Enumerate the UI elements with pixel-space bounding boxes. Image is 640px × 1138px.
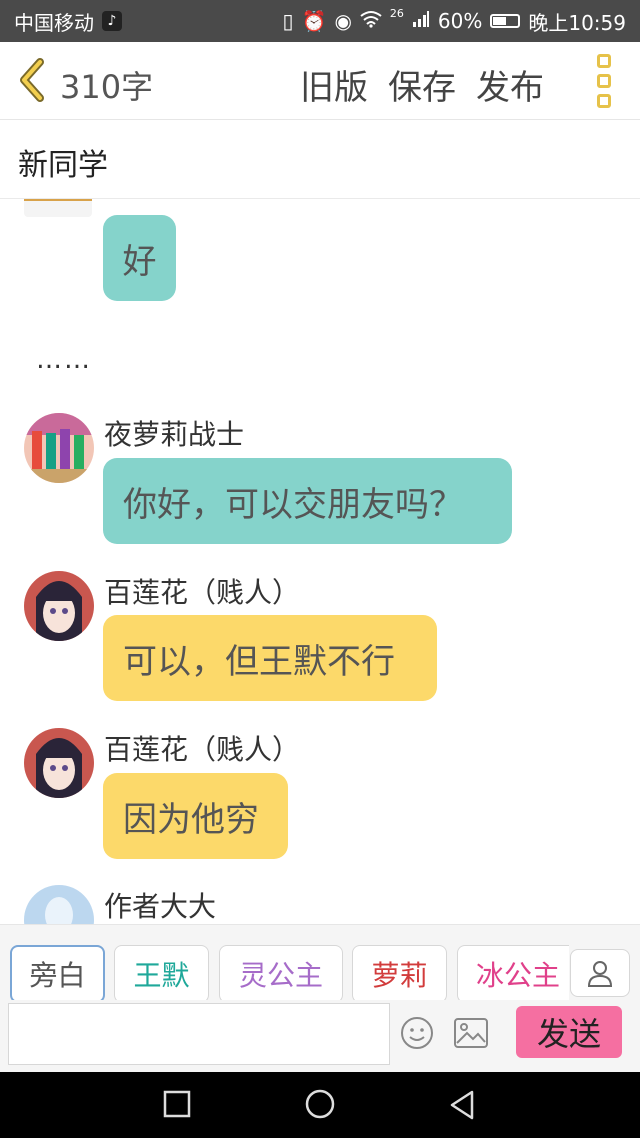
sender-name: 夜萝莉战士 — [104, 418, 245, 451]
more-dot-icon — [597, 94, 611, 108]
character-label: 旁白 — [29, 959, 86, 992]
avatar[interactable] — [24, 885, 94, 924]
circle-icon — [305, 1089, 335, 1119]
battery-percent: 60% — [437, 9, 483, 33]
vibrate-icon: ▯ — [282, 9, 294, 33]
character-label: 王默 — [133, 959, 190, 992]
avatar[interactable] — [24, 199, 92, 217]
character-selector: 旁白 王默 灵公主 萝莉 冰公主 — [0, 924, 640, 1003]
user-icon — [587, 961, 613, 987]
editor-toolbar: 310字 旧版 保存 发布 — [0, 42, 640, 120]
alarm-icon: ⏰ — [301, 9, 327, 33]
avatar[interactable] — [24, 571, 94, 641]
wifi-icon — [360, 9, 382, 33]
old-version-button[interactable]: 旧版 — [300, 60, 368, 109]
recents-button[interactable] — [163, 1090, 191, 1122]
character-chip-binggongzhu[interactable]: 冰公主 — [457, 945, 569, 1003]
character-label: 冰公主 — [476, 959, 561, 992]
back-nav-button[interactable] — [448, 1090, 476, 1124]
triangle-back-icon — [450, 1090, 474, 1120]
character-chip-luoli[interactable]: 萝莉 — [352, 945, 447, 1003]
send-button[interactable]: 发送 — [516, 1006, 622, 1058]
chapter-title-bar[interactable]: 新同学 — [0, 120, 640, 199]
chapter-title: 新同学 — [18, 148, 108, 183]
home-button[interactable] — [304, 1088, 336, 1124]
save-button[interactable]: 保存 — [388, 60, 456, 109]
battery-icon — [490, 14, 521, 28]
character-label: 灵公主 — [238, 959, 323, 992]
send-label: 发送 — [536, 1015, 601, 1053]
signal-icon — [412, 9, 430, 33]
tiktok-icon: ♪ — [102, 11, 122, 31]
character-chip-narrator[interactable]: 旁白 — [10, 945, 105, 1003]
more-dot-icon — [597, 54, 611, 68]
more-dot-icon — [597, 74, 611, 88]
character-chip-wangmo[interactable]: 王默 — [114, 945, 209, 1003]
status-bar: 中国移动 ♪ ▯ ⏰ ◉ 26 60% 晚上10:59 — [0, 0, 640, 42]
battery-level — [493, 17, 507, 25]
eye-icon: ◉ — [334, 9, 352, 33]
character-manager-button[interactable] — [570, 949, 630, 997]
ellipsis-divider: …… — [36, 345, 92, 375]
character-chip-linggongzhu[interactable]: 灵公主 — [219, 945, 343, 1003]
message-bubble[interactable]: 可以，但王默不行 — [103, 615, 437, 701]
message-input[interactable] — [8, 1003, 390, 1065]
avatar[interactable] — [24, 413, 94, 483]
character-label: 萝莉 — [371, 959, 428, 992]
back-button[interactable] — [14, 58, 54, 102]
smiley-icon — [401, 1017, 433, 1049]
message-bubble[interactable]: 你好，可以交朋友吗？ — [103, 458, 512, 544]
word-count: 310字 — [60, 68, 154, 106]
sender-name: 百莲花（贱人） — [104, 733, 301, 766]
chevron-left-icon — [20, 58, 44, 102]
publish-button[interactable]: 发布 — [476, 60, 544, 109]
image-button[interactable] — [454, 1018, 488, 1052]
network-type-label: 26 — [389, 6, 404, 20]
emoji-button[interactable] — [400, 1016, 434, 1054]
message-bubble[interactable]: 好 — [103, 215, 176, 301]
compose-bar: 发送 — [0, 1000, 640, 1072]
sender-name: 百莲花（贱人） — [104, 576, 301, 609]
clock: 晚上10:59 — [528, 10, 626, 35]
image-icon — [454, 1018, 488, 1048]
message-bubble[interactable]: 因为他穷 — [103, 773, 288, 859]
chat-area[interactable]: 好 …… 夜萝莉战士 你好，可以交朋友吗？ 百莲花（贱人） 可以，但王默不行 百… — [0, 199, 640, 924]
system-nav-bar — [0, 1072, 640, 1138]
avatar[interactable] — [24, 728, 94, 798]
carrier-label: 中国移动 — [14, 10, 94, 35]
more-menu-button[interactable] — [592, 54, 616, 108]
sender-name: 作者大大 — [104, 890, 217, 923]
square-icon — [163, 1090, 191, 1118]
